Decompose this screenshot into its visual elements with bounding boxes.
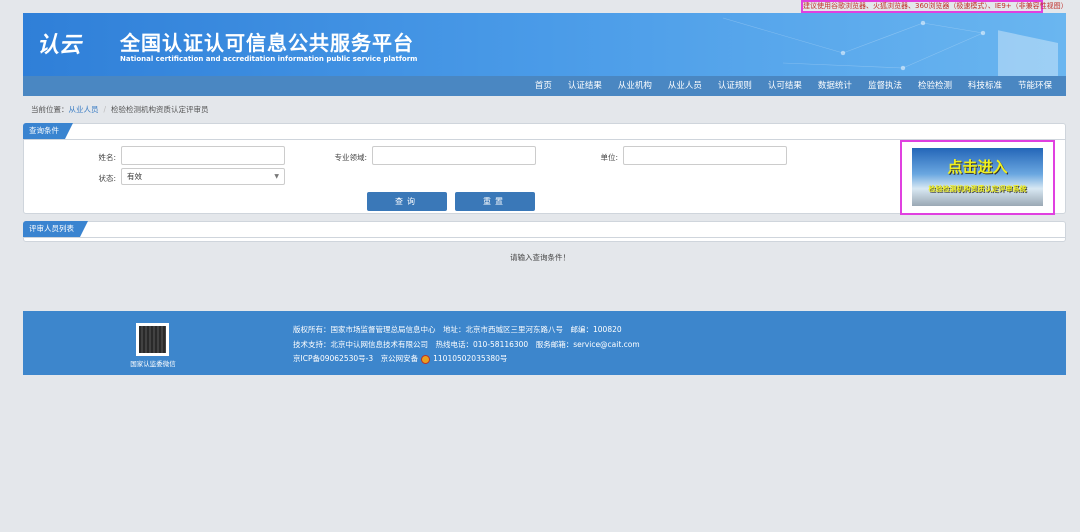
breadcrumb-current: 检验检测机构资质认定评审员 [111, 105, 209, 114]
qr-code-icon [136, 323, 169, 356]
nav-cert-results[interactable]: 认证结果 [560, 76, 610, 96]
site-title: 全国认证认可信息公共服务平台 [120, 31, 414, 55]
header-banner: 认云 全国认证认可信息公共服务平台 National certification… [23, 13, 1066, 76]
unit-input[interactable] [623, 146, 787, 165]
banner-image: 点击进入 检验检测机构资质认定评审系统 [912, 148, 1043, 206]
footer-icp: 京ICP备09062530号-3 京公网安备 11010502035380号 [293, 353, 507, 364]
divider [24, 237, 1065, 238]
nav-energy[interactable]: 节能环保 [1010, 76, 1060, 96]
search-button[interactable]: 查询 [367, 192, 447, 211]
banner-subtitle: 检验检测机构资质认定评审系统 [928, 185, 1027, 193]
police-record[interactable]: 11010502035380号 [433, 354, 507, 363]
review-system-banner[interactable]: 点击进入 检验检测机构资质认定评审系统 [900, 140, 1055, 215]
logo[interactable]: 认云 [37, 27, 81, 59]
name-input[interactable] [121, 146, 285, 165]
nav-cert-rules[interactable]: 认证规则 [710, 76, 760, 96]
query-panel-tab: 查询条件 [23, 123, 73, 139]
unit-label: 单位: [600, 153, 618, 162]
icp-text[interactable]: 京ICP备09062530号-3 京公网安备 [293, 354, 418, 363]
reset-button[interactable]: 重置 [455, 192, 535, 211]
qr-label: 国家认监委微信 [130, 360, 176, 368]
nav-institutions[interactable]: 从业机构 [610, 76, 660, 96]
field-label: 专业领域: [334, 153, 367, 162]
nav-testing[interactable]: 检验检测 [910, 76, 960, 96]
status-label: 状态: [98, 174, 116, 183]
nav-accreditation[interactable]: 认可结果 [760, 76, 810, 96]
nav-standards[interactable]: 科技标准 [960, 76, 1010, 96]
reviewer-list-tab: 评审人员列表 [23, 221, 88, 237]
breadcrumb-link[interactable]: 从业人员 [69, 105, 99, 114]
footer: 国家认监委微信 版权所有：国家市场监督管理总局信息中心 地址：北京市西城区三里河… [23, 311, 1066, 375]
field-input[interactable] [372, 146, 536, 165]
breadcrumb-label: 当前位置： [31, 105, 69, 114]
breadcrumb: 当前位置：从业人员 / 检验检测机构资质认定评审员 [31, 104, 209, 115]
nav-home[interactable]: 首页 [527, 76, 560, 96]
banner-title: 点击进入 [947, 158, 1008, 176]
footer-support: 技术支持：北京中认网信息技术有限公司 热线电话：010-58116300 服务邮… [293, 340, 640, 349]
nav-personnel[interactable]: 从业人员 [660, 76, 710, 96]
empty-message: 请输入查询条件！ [510, 253, 570, 262]
footer-copyright: 版权所有：国家市场监督管理总局信息中心 地址：北京市西城区三里河东路八号 邮编：… [293, 325, 622, 334]
nav-statistics[interactable]: 数据统计 [810, 76, 860, 96]
site-subtitle: National certification and accreditation… [120, 55, 418, 63]
chevron-down-icon: ▼ [274, 173, 279, 180]
name-label: 姓名: [98, 153, 116, 162]
main-nav: 首页 认证结果 从业机构 从业人员 认证规则 认可结果 数据统计 监督执法 检验… [23, 76, 1066, 96]
breadcrumb-separator: / [103, 105, 107, 114]
status-value: 有效 [127, 172, 142, 181]
nav-supervision[interactable]: 监督执法 [860, 76, 910, 96]
reviewer-list-panel: 评审人员列表 [23, 221, 1066, 242]
browser-tip: 建议使用谷歌浏览器、火狐浏览器、360浏览器（极速模式）、IE9+（非兼容性视图… [801, 0, 1068, 13]
police-badge-icon [421, 354, 431, 364]
status-select[interactable]: 有效 ▼ [121, 168, 285, 185]
